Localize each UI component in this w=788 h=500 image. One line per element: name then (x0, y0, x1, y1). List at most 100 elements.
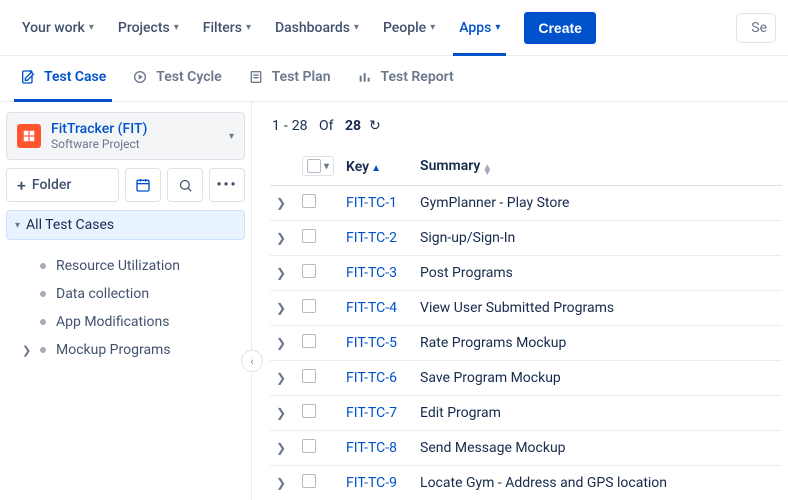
col-label: Key (346, 159, 369, 175)
project-selector[interactable]: FitTracker (FIT) Software Project ▾ (6, 112, 245, 160)
top-navigation: Your work▾ Projects▾ Filters▾ Dashboards… (0, 0, 788, 56)
test-case-key-link[interactable]: FIT-TC-5 (346, 335, 397, 351)
add-folder-button[interactable]: + Folder (6, 168, 119, 202)
row-checkbox[interactable] (302, 334, 316, 348)
expand-row-icon[interactable]: ❯ (276, 301, 286, 315)
chevron-down-icon: ▾ (354, 22, 359, 33)
main-body: FitTracker (FIT) Software Project ▾ + Fo… (0, 102, 788, 500)
table-row: ❯FIT-TC-3Post Programs (270, 256, 782, 291)
checkbox-icon (307, 159, 321, 173)
row-checkbox[interactable] (302, 474, 316, 488)
nav-label: Your work (22, 20, 85, 36)
row-checkbox[interactable] (302, 229, 316, 243)
calendar-button[interactable] (125, 168, 161, 202)
test-case-summary: Edit Program (420, 405, 501, 421)
module-tabs: Test Case Test Cycle Test Plan Test Repo… (0, 56, 788, 102)
sidebar-collapse-handle[interactable]: ‹ (241, 350, 263, 372)
tree-root-all-test-cases[interactable]: ▾ All Test Cases (6, 210, 245, 240)
refresh-icon[interactable]: ↻ (369, 118, 381, 134)
nav-label: Apps (459, 20, 491, 36)
select-all-header[interactable]: ▾ (296, 148, 340, 186)
table-row: ❯FIT-TC-4View User Submitted Programs (270, 291, 782, 326)
expand-row-icon[interactable]: ❯ (276, 441, 286, 455)
expand-row-icon[interactable]: ❯ (276, 231, 286, 245)
nav-dashboards[interactable]: Dashboards ▾ (265, 14, 369, 42)
test-case-key-link[interactable]: FIT-TC-7 (346, 405, 397, 421)
project-name: FitTracker (FIT) (51, 121, 219, 137)
chevron-down-icon: ▾ (495, 22, 500, 33)
search-icon (178, 178, 193, 193)
nav-label: Filters (203, 20, 242, 36)
table-row: ❯FIT-TC-8Send Message Mockup (270, 431, 782, 466)
pager-to: 28 (292, 118, 308, 134)
nav-label: Projects (118, 20, 170, 36)
tree-item-resource-utilization[interactable]: Resource Utilization (14, 252, 245, 280)
nav-label: Dashboards (275, 20, 350, 36)
chevron-down-icon: ▾ (324, 161, 329, 172)
test-case-key-link[interactable]: FIT-TC-4 (346, 300, 397, 316)
table-row: ❯ FIT-TC-7 Edit Program (270, 396, 782, 431)
project-avatar-icon (17, 124, 41, 148)
search-button[interactable] (167, 168, 203, 202)
test-case-key-link[interactable]: FIT-TC-3 (346, 265, 397, 281)
pager-from: 1 (272, 118, 280, 134)
row-checkbox[interactable] (302, 439, 316, 453)
expand-row-icon[interactable]: ❯ (276, 266, 286, 280)
tab-label: Test Plan (272, 69, 331, 85)
chevron-down-icon: ▾ (174, 22, 179, 33)
tree-item-mockup-programs[interactable]: ❯Mockup Programs (14, 336, 245, 364)
expand-row-icon[interactable]: ❯ (276, 336, 286, 350)
bullet-icon (40, 291, 46, 297)
expand-row-icon[interactable]: ❯ (276, 196, 286, 210)
tab-label: Test Cycle (156, 69, 221, 85)
cycle-icon (132, 69, 148, 85)
column-header-key[interactable]: Key▲ (340, 148, 414, 186)
nav-filters[interactable]: Filters▾ (193, 14, 261, 42)
expand-row-icon[interactable]: ❯ (276, 371, 286, 385)
pager-total: 28 (345, 118, 361, 134)
tab-test-case[interactable]: Test Case (14, 56, 112, 102)
test-case-key-link[interactable]: FIT-TC-8 (346, 440, 397, 456)
test-case-key-link[interactable]: FIT-TC-6 (346, 370, 397, 386)
bullet-icon (40, 347, 46, 353)
document-edit-icon (20, 69, 36, 85)
column-header-summary[interactable]: Summary▲▼ (414, 148, 782, 186)
test-case-key-link[interactable]: FIT-TC-2 (346, 230, 397, 246)
tab-test-plan[interactable]: Test Plan (242, 56, 337, 102)
plus-icon: + (17, 176, 26, 195)
row-checkbox[interactable] (302, 194, 316, 208)
tab-test-report[interactable]: Test Report (351, 56, 460, 102)
search-input[interactable]: Se (736, 13, 776, 43)
nav-your-work[interactable]: Your work▾ (12, 14, 104, 42)
sort-asc-icon: ▲ (371, 163, 381, 174)
test-case-summary: Rate Programs Mockup (420, 335, 566, 351)
nav-people[interactable]: People▾ (373, 14, 445, 42)
test-case-key-link[interactable]: FIT-TC-9 (346, 475, 397, 491)
more-icon: ••• (216, 177, 237, 193)
tab-label: Test Report (381, 69, 454, 85)
more-button[interactable]: ••• (209, 168, 245, 202)
row-checkbox[interactable] (302, 404, 316, 418)
row-checkbox[interactable] (302, 264, 316, 278)
tree-item-app-modifications[interactable]: App Modifications (14, 308, 245, 336)
tree-item-label: Resource Utilization (56, 258, 180, 274)
test-case-summary: Sign-up/Sign-In (420, 230, 515, 246)
test-case-summary: GymPlanner - Play Store (420, 195, 569, 211)
expand-row-icon[interactable]: ❯ (276, 476, 286, 490)
project-type: Software Project (51, 137, 219, 151)
nav-apps[interactable]: Apps ▾ (449, 14, 510, 42)
row-checkbox[interactable] (302, 369, 316, 383)
nav-projects[interactable]: Projects ▾ (108, 14, 189, 42)
chevron-down-icon: ▾ (229, 131, 234, 142)
tab-test-cycle[interactable]: Test Cycle (126, 56, 227, 102)
row-checkbox[interactable] (302, 299, 316, 313)
table-row: ❯FIT-TC-6Save Program Mockup (270, 361, 782, 396)
tree-root-label: All Test Cases (26, 217, 114, 233)
expand-row-icon[interactable]: ❯ (276, 406, 286, 420)
test-case-key-link[interactable]: FIT-TC-1 (346, 195, 397, 211)
project-info: FitTracker (FIT) Software Project (51, 121, 219, 151)
tree-item-data-collection[interactable]: Data collection (14, 280, 245, 308)
folder-label: Folder (32, 177, 71, 193)
nav-label: People (383, 20, 426, 36)
create-button[interactable]: Create (524, 12, 596, 44)
